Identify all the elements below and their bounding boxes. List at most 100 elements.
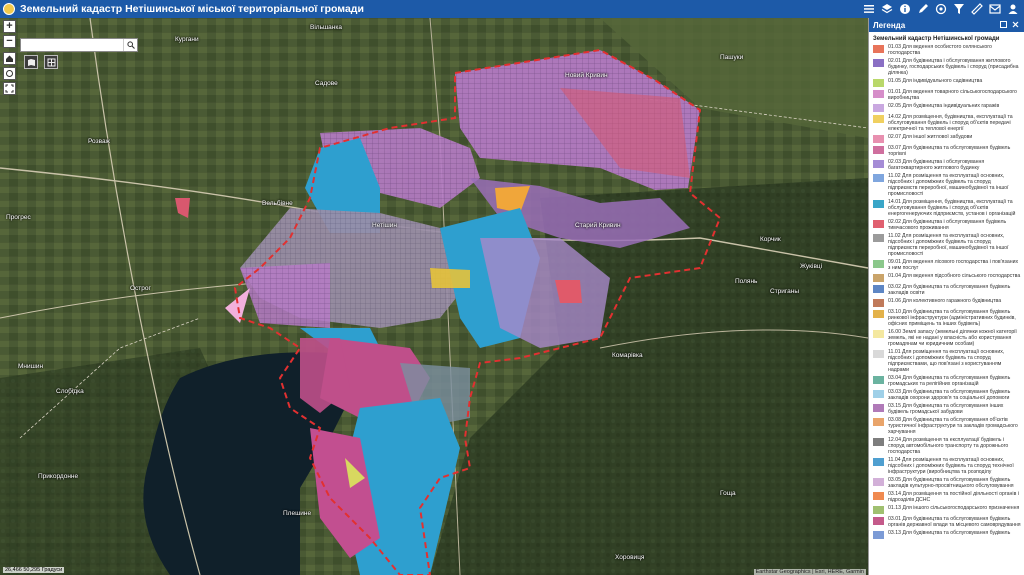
legend-item: 03.03 Для будівництва та обслуговування …	[873, 389, 1021, 401]
legend-item-label: 01.04 Для ведення підсобного сільського …	[888, 273, 1021, 279]
app-header: Земельний кадастр Нетішинської міської т…	[0, 0, 1024, 18]
filter-icon[interactable]	[952, 2, 966, 16]
legend-swatch	[873, 135, 884, 143]
legend-item: 14.02 Для розміщення, будівництва, експл…	[873, 114, 1021, 132]
legend-swatch	[873, 418, 884, 426]
place-label: Слобідка	[56, 388, 84, 395]
legend-header: Легенда	[869, 18, 1024, 32]
legend-item: 02.01 Для будівництва і обслуговування ж…	[873, 58, 1021, 76]
legend-item: 03.10 Для будівництва та обслуговування …	[873, 309, 1021, 327]
map-canvas[interactable]	[0, 18, 868, 575]
legend-swatch	[873, 376, 884, 384]
search-input[interactable]	[21, 39, 123, 51]
info-icon[interactable]	[898, 2, 912, 16]
place-label: Кургани	[175, 36, 199, 43]
legend-item: 11.02 Для розміщення та експлуатації осн…	[873, 233, 1021, 257]
close-icon[interactable]	[1011, 20, 1020, 29]
legend-swatch	[873, 438, 884, 446]
legend-swatch	[873, 220, 884, 228]
legend-item: 01.05 Для індивідуального садівництва	[873, 78, 1021, 87]
legend-swatch	[873, 274, 884, 282]
legend-item-label: 14.01 Для розміщення, будівництва, експл…	[888, 199, 1016, 217]
measure-icon[interactable]	[970, 2, 984, 16]
legend-item-label: 01.06 Для колективного гаражного будівни…	[888, 298, 1002, 304]
place-label: Вільшанка	[310, 24, 342, 31]
legend-item-label: 03.07 Для будівництва та обслуговування …	[888, 145, 1011, 157]
place-label: Старий Кривин	[575, 222, 621, 229]
user-icon[interactable]	[1006, 2, 1020, 16]
legend-item: 03.05 Для будівництва та обслуговування …	[873, 477, 1021, 489]
place-label: Пашуки	[720, 54, 744, 61]
legend-item-label: 11.02 Для розміщення та експлуатації осн…	[888, 173, 1009, 197]
legend-swatch	[873, 531, 884, 539]
logo-icon	[3, 3, 15, 15]
print-icon[interactable]	[934, 2, 948, 16]
legend-item: 11.04 Для розміщення та експлуатації осн…	[873, 457, 1021, 475]
legend-swatch	[873, 350, 884, 358]
legend-swatch	[873, 115, 884, 123]
legend-item-label: 03.03 Для будівництва та обслуговування …	[888, 389, 1011, 401]
legend-item-label: 03.05 Для будівництва та обслуговування …	[888, 477, 1014, 489]
legend-item: 01.13 Для іншого сільськогосподарського …	[873, 505, 1021, 514]
legend-swatch	[873, 404, 884, 412]
legend-panel: Легенда Земельний кадастр Нетішинської г…	[868, 18, 1024, 575]
legend-item: 03.04 Для будівництва та обслуговування …	[873, 375, 1021, 387]
legend-item: 03.14 Для розміщення та постійної діяльн…	[873, 491, 1021, 503]
list-icon[interactable]	[862, 2, 876, 16]
legend-item-label: 03.10 Для будівництва та обслуговування …	[888, 309, 1016, 327]
toolbar	[862, 0, 1020, 18]
search-box[interactable]	[20, 38, 138, 52]
legend-item: 03.15 Для будівництва та обслуговування …	[873, 403, 1021, 415]
legend-item: 11.01 Для розміщення та експлуатації осн…	[873, 349, 1021, 373]
legend-item: 01.04 Для ведення підсобного сільського …	[873, 273, 1021, 282]
legend-item-label: 11.01 Для розміщення та експлуатації осн…	[888, 349, 1005, 373]
legend-item-label: 14.02 Для розміщення, будівництва, експл…	[888, 114, 1013, 132]
legend-item: 01.03 Для ведення особистого селянського…	[873, 44, 1021, 56]
legend-item: 09.01 Для ведення лісового господарства …	[873, 259, 1021, 271]
legend-item-label: 11.04 Для розміщення та експлуатації осн…	[888, 457, 1014, 475]
legend-item-label: 11.02 Для розміщення та експлуатації осн…	[888, 233, 1009, 257]
legend-swatch	[873, 146, 884, 154]
map-attribution: Earthstar Geographics | Esri, HERE, Garm…	[753, 569, 866, 575]
legend-item: 12.04 Для розміщення та експлуатації буд…	[873, 437, 1021, 455]
place-label: Плешине	[283, 510, 312, 517]
legend-item-label: 03.14 Для розміщення та постійної діяльн…	[888, 491, 1019, 503]
legend-item-label: 01.13 Для іншого сільськогосподарського …	[888, 505, 1020, 511]
legend-item-label: 03.13 Для будівництва та обслуговування …	[888, 530, 1011, 536]
place-label: Стриганы	[770, 288, 800, 295]
legend-item: 02.05 Для будівництва індивідуальних гар…	[873, 103, 1021, 112]
place-label: Мнишин	[18, 363, 44, 370]
locate-icon[interactable]	[3, 67, 16, 80]
legend-swatch	[873, 330, 884, 338]
legend-swatch	[873, 200, 884, 208]
legend-item: 02.07 Для іншої житлової забудови	[873, 134, 1021, 143]
basemap-icon[interactable]	[24, 55, 38, 69]
legend-item-label: 03.08 Для будівництва та обслуговування …	[888, 417, 1018, 435]
fullscreen-icon[interactable]	[3, 82, 16, 95]
grid-icon[interactable]	[44, 55, 58, 69]
layers-icon[interactable]	[880, 2, 894, 16]
legend-item: 11.02 Для розміщення та експлуатації осн…	[873, 173, 1021, 197]
minimize-icon[interactable]	[999, 20, 1008, 29]
legend-item-label: 16.00 Землі запасу (земельні ділянки кож…	[888, 329, 1017, 347]
share-icon[interactable]	[988, 2, 1002, 16]
legend-list: 01.03 Для ведення особистого селянського…	[869, 44, 1024, 539]
zoom-in-button[interactable]: +	[3, 20, 16, 33]
map-view[interactable]: + − Нетішин Старий Кривин Новий Кривин В…	[0, 18, 868, 575]
place-label: Вельбівне	[262, 200, 293, 207]
draw-icon[interactable]	[916, 2, 930, 16]
home-icon[interactable]	[3, 52, 16, 65]
place-label: Прогрес	[6, 214, 31, 221]
legend-item: 03.13 Для будівництва та обслуговування …	[873, 530, 1021, 539]
legend-item: 02.02 Для будівництва і обслуговування б…	[873, 219, 1021, 231]
legend-swatch	[873, 478, 884, 486]
place-label: Садове	[315, 80, 338, 87]
app-title: Земельний кадастр Нетішинської міської т…	[20, 3, 364, 15]
legend-item: 14.01 Для розміщення, будівництва, експл…	[873, 199, 1021, 217]
legend-item-label: 01.01 Для ведення товарного сільськогосп…	[888, 89, 1017, 101]
place-label: Прикордонне	[38, 473, 79, 480]
zoom-out-button[interactable]: −	[3, 35, 16, 48]
search-icon[interactable]	[123, 39, 137, 51]
legend-swatch	[873, 310, 884, 318]
legend-item-label: 02.07 Для іншої житлової забудови	[888, 134, 973, 140]
